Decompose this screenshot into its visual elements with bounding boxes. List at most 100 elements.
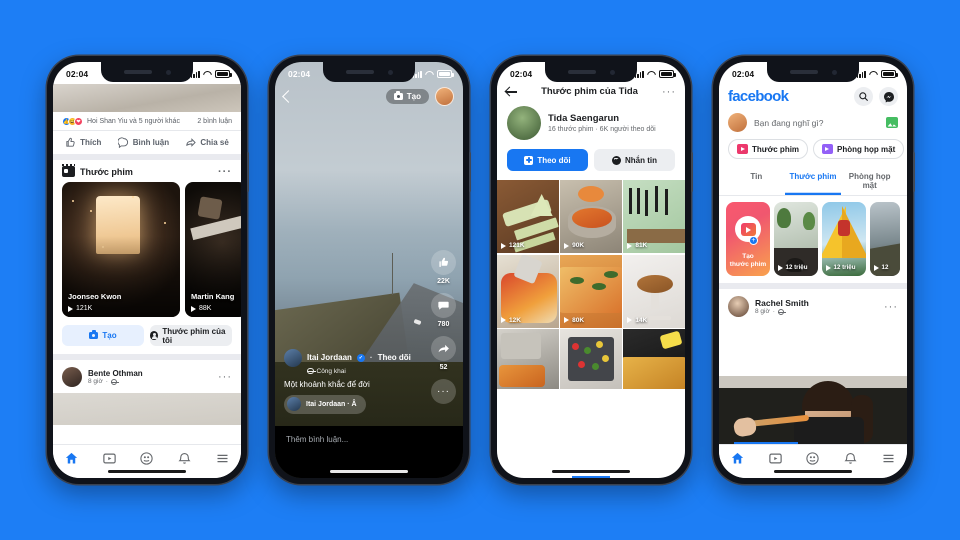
composer-placeholder[interactable]: Bạn đang nghĩ gì? (754, 118, 879, 128)
back-arrow-icon[interactable] (506, 86, 517, 97)
reel-audio-chip[interactable]: Itai Jordaan · Â (284, 394, 366, 414)
reaction-icons[interactable]: 👍 😆 ❤ (62, 117, 83, 126)
post-author-name[interactable]: Rachel Smith (755, 298, 878, 308)
home-indicator (774, 469, 852, 473)
reel-comment-button[interactable] (431, 293, 456, 318)
chip-reels-label: Thước phim (752, 144, 800, 154)
grid-item[interactable]: 121K (497, 180, 559, 253)
grid-view-count: 12K (501, 317, 521, 324)
composer-row[interactable]: Bạn đang nghĩ gì? (719, 108, 907, 139)
grid-item[interactable] (497, 329, 559, 389)
earpiece-speaker (345, 70, 374, 74)
reels-section-menu[interactable]: ··· (218, 166, 232, 177)
reel-share-button[interactable] (431, 336, 456, 361)
back-chevron-icon[interactable] (282, 90, 295, 103)
tray-reel-card[interactable]: 12 (870, 202, 900, 276)
post-author-name[interactable]: Bente Othman (88, 369, 212, 378)
create-reel-label: Tạo (102, 331, 117, 340)
reel-card[interactable]: Joonseo Kwon 121K (62, 182, 180, 317)
reels-tray: + Tạo thước phim 12 triệu 12 triệu 12 (719, 196, 907, 283)
scroll-indicator (572, 476, 610, 478)
chip-rooms[interactable]: Phòng họp mặt (813, 139, 905, 159)
feed-post-header: Rachel Smith 8 giờ · ··· (719, 289, 907, 323)
chip-reels[interactable]: Thước phim (728, 139, 809, 159)
play-icon (874, 264, 879, 271)
tab-notifications[interactable] (843, 451, 858, 466)
tab-home[interactable] (64, 451, 79, 466)
like-button[interactable]: Thích (65, 137, 101, 148)
follow-link[interactable]: Theo dõi (378, 353, 411, 362)
notch (101, 62, 193, 82)
reel-comment-count: 780 (437, 321, 450, 328)
post-media[interactable] (53, 393, 241, 425)
post-menu-button[interactable]: ··· (218, 372, 232, 383)
tab-phong-hop-mat[interactable]: Phòng họp mặt (841, 166, 898, 195)
battery-icon (437, 70, 454, 78)
globe-icon (110, 378, 119, 385)
tab-thuoc-phim[interactable]: Thước phim (785, 166, 842, 195)
share-button[interactable]: Chia sẻ (185, 137, 229, 148)
front-camera (831, 69, 837, 75)
grid-view-count: 80K (564, 317, 584, 324)
status-time: 02:04 (288, 69, 311, 79)
follow-button[interactable]: Theo dõi (507, 149, 588, 171)
tab-menu[interactable] (215, 451, 230, 466)
person-icon (150, 331, 159, 340)
reel-author-name[interactable]: Itai Jordaan (307, 353, 352, 362)
reel-share-count: 52 (439, 364, 448, 371)
tab-watch[interactable] (768, 451, 783, 466)
grid-item[interactable] (623, 329, 685, 389)
tab-watch[interactable] (102, 451, 117, 466)
profile-identity: Tida Saengarun 16 thước phim · 6K người … (497, 97, 685, 140)
tab-home[interactable] (730, 451, 745, 466)
tray-reel-card[interactable]: 12 triệu (822, 202, 866, 276)
tray-reel-card[interactable]: 12 triệu (774, 202, 818, 276)
avatar[interactable] (284, 348, 302, 367)
profile-name: Tida Saengarun (548, 113, 620, 124)
create-reel-chip[interactable]: Tạo (385, 89, 429, 104)
grid-item[interactable]: 14K (623, 254, 685, 328)
tab-menu[interactable] (881, 451, 896, 466)
reel-card[interactable]: Martin Kang 88K (185, 182, 241, 317)
header-menu-button[interactable]: ··· (662, 86, 676, 97)
previous-post-media[interactable] (53, 84, 241, 112)
avatar[interactable] (62, 367, 82, 387)
post-menu-button[interactable]: ··· (884, 301, 898, 312)
reel-more-button[interactable]: ··· (431, 379, 456, 404)
reel-caption: Một khoảnh khắc để đời (284, 379, 370, 389)
avatar[interactable] (507, 106, 541, 140)
post-media[interactable] (719, 376, 907, 444)
grid-item[interactable]: 80K (560, 254, 622, 328)
comment-button[interactable]: Bình luận (117, 137, 169, 148)
my-reels-button[interactable]: Thước phim của tôi (150, 325, 232, 346)
content-tabs: Tin Thước phim Phòng họp mặt (719, 166, 907, 196)
avatar[interactable] (728, 113, 747, 132)
reels-carousel[interactable]: Joonseo Kwon 121K Martin Kang 88K (53, 182, 241, 317)
play-icon (627, 317, 633, 323)
comments-count[interactable]: 2 bình luận (197, 118, 232, 125)
reactions-text[interactable]: Hoi Shan Yiu và 5 người khác (87, 118, 180, 125)
reel-like-button[interactable] (431, 250, 456, 275)
create-reel-card[interactable]: + Tạo thước phim (726, 202, 770, 276)
phone-3-screen: 02:04 Thước phim của Tida ··· Tida Saeng… (497, 62, 685, 478)
tab-groups[interactable] (139, 451, 154, 466)
messenger-button[interactable] (879, 87, 898, 106)
grid-item[interactable]: 81K (623, 180, 685, 253)
grid-item[interactable] (560, 329, 622, 389)
reel-privacy-label: Công khai (316, 367, 346, 375)
grid-item[interactable]: 90K (560, 180, 622, 253)
wifi-icon (203, 71, 212, 78)
tab-tin[interactable]: Tin (728, 166, 785, 195)
photo-icon[interactable] (886, 117, 898, 128)
avatar[interactable] (435, 87, 454, 106)
tab-groups[interactable] (805, 451, 820, 466)
search-button[interactable] (854, 87, 873, 106)
tab-notifications[interactable] (177, 451, 192, 466)
grid-item[interactable]: 12K (497, 254, 559, 328)
reel-top-bar: Tạo (275, 84, 463, 109)
avatar[interactable] (728, 296, 749, 317)
home-indicator (552, 469, 630, 473)
wifi-icon (647, 71, 656, 78)
message-button[interactable]: Nhắn tin (594, 149, 675, 171)
create-reel-button[interactable]: Tạo (62, 325, 144, 346)
